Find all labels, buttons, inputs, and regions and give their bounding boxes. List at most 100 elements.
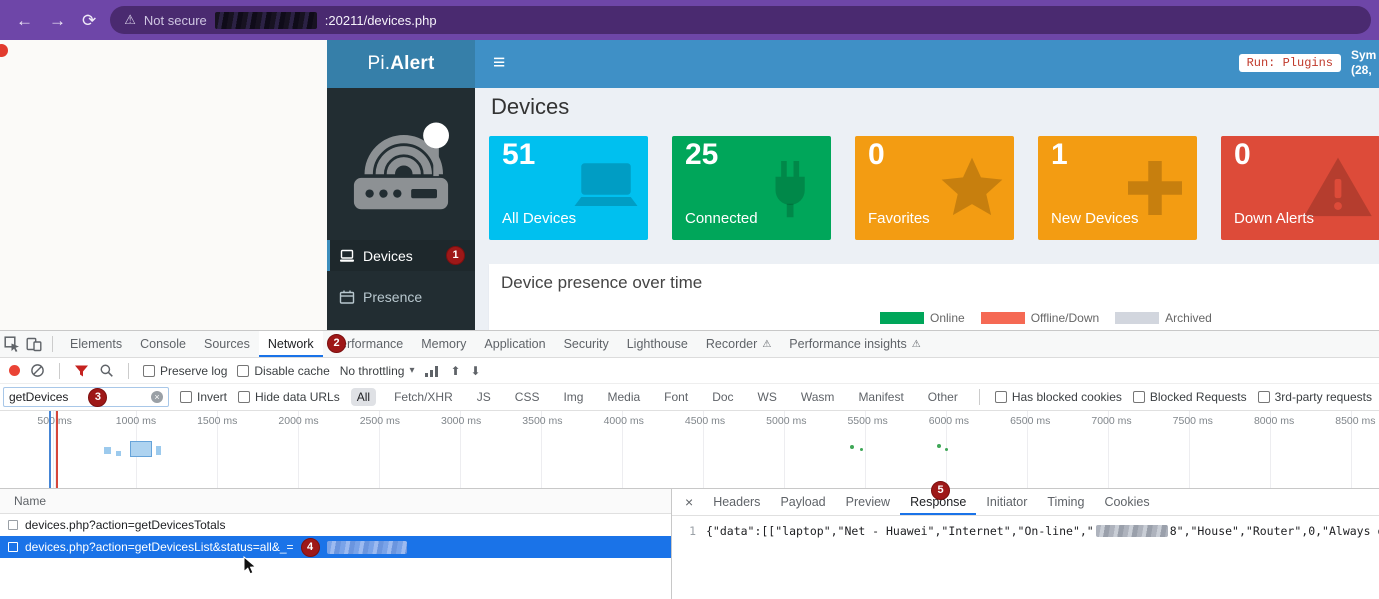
annotation-badge-5: 5 xyxy=(931,481,950,500)
user-label[interactable]: Sym (28, xyxy=(1351,48,1379,78)
filter-input[interactable]: getDevices 3 × xyxy=(3,387,169,407)
preserve-log-checkbox[interactable]: Preserve log xyxy=(143,364,227,378)
tab-label: Payload xyxy=(780,495,825,509)
stat-box-down-alerts[interactable]: 0 Down Alerts xyxy=(1221,136,1379,240)
laptop-icon xyxy=(339,249,355,263)
inspect-element-icon[interactable] xyxy=(4,336,20,352)
tab-label: Application xyxy=(484,337,545,351)
type-filter-ws[interactable]: WS xyxy=(752,388,783,406)
stat-box-new-devices[interactable]: 1 New Devices xyxy=(1038,136,1197,240)
devtools-tab-application[interactable]: Application xyxy=(475,331,554,357)
redacted-query-value xyxy=(327,541,407,554)
blocked-requests-checkbox[interactable]: Blocked Requests xyxy=(1133,390,1247,404)
stat-value: 1 xyxy=(1051,138,1068,172)
record-button[interactable] xyxy=(9,365,20,376)
devtools-tab-elements[interactable]: Elements xyxy=(61,331,131,357)
clear-filter-icon[interactable]: × xyxy=(151,391,163,403)
sidebar-item-devices[interactable]: Devices 1 xyxy=(327,240,475,271)
tab-label: Security xyxy=(564,337,609,351)
checkbox-label: 3rd-party requests xyxy=(1275,390,1372,404)
has-blocked-cookies-checkbox[interactable]: Has blocked cookies xyxy=(995,390,1122,404)
devtools-tab-memory[interactable]: Memory xyxy=(412,331,475,357)
type-filter-img[interactable]: Img xyxy=(557,388,589,406)
hide-data-urls-checkbox[interactable]: Hide data URLs xyxy=(238,390,340,404)
filter-icon[interactable] xyxy=(74,364,89,378)
column-name: Name xyxy=(14,494,46,508)
devtools-tab-security[interactable]: Security xyxy=(555,331,618,357)
detail-tab-headers[interactable]: Headers xyxy=(703,489,770,515)
timeline-label: 2000 ms xyxy=(258,415,339,427)
type-filter-wasm[interactable]: Wasm xyxy=(795,388,841,406)
warning-icon xyxy=(1302,152,1374,224)
devtools-tab-performance-insights[interactable]: Performance insights⚠ xyxy=(780,331,929,357)
timeline-label: 4500 ms xyxy=(664,415,745,427)
type-filter-manifest[interactable]: Manifest xyxy=(852,388,909,406)
type-filter-css[interactable]: CSS xyxy=(509,388,546,406)
detail-tab-initiator[interactable]: Initiator xyxy=(976,489,1037,515)
stat-box-all-devices[interactable]: 51 All Devices xyxy=(489,136,648,240)
tab-label: Elements xyxy=(70,337,122,351)
third-party-requests-checkbox[interactable]: 3rd-party requests xyxy=(1258,390,1372,404)
app-logo[interactable]: Pi.Alert xyxy=(327,40,475,88)
web-page: Pi.Alert xyxy=(0,40,1379,330)
response-text-before: {"data":[["laptop","Net - Huawei","Inter… xyxy=(706,524,1094,538)
export-har-icon[interactable]: ⬇ xyxy=(471,364,481,378)
search-icon[interactable] xyxy=(99,363,114,378)
panel-title: Device presence over time xyxy=(501,273,702,293)
invert-checkbox[interactable]: Invert xyxy=(180,390,227,404)
stat-box-connected[interactable]: 25 Connected xyxy=(672,136,831,240)
type-filter-fetch-xhr[interactable]: Fetch/XHR xyxy=(388,388,459,406)
address-bar[interactable]: ⚠ Not secure :20211/devices.php xyxy=(110,6,1371,34)
network-conditions-icon[interactable] xyxy=(424,364,440,378)
tab-label: Cookies xyxy=(1104,495,1149,509)
devtools-tab-lighthouse[interactable]: Lighthouse xyxy=(618,331,697,357)
tab-label: Network xyxy=(268,337,314,351)
forward-icon[interactable]: → xyxy=(49,12,66,29)
timeline-labels: 500 ms 1000 ms 1500 ms 2000 ms 2500 ms 3… xyxy=(14,415,1379,427)
close-icon[interactable]: × xyxy=(672,489,703,515)
not-secure-warning-icon: ⚠ xyxy=(124,12,136,28)
url-path: :20211/devices.php xyxy=(325,13,437,28)
logo-text-bold: Alert xyxy=(390,53,434,75)
sidebar-item-presence[interactable]: Presence xyxy=(327,281,475,312)
detail-tab-timing[interactable]: Timing xyxy=(1037,489,1094,515)
request-row-selected[interactable]: devices.php?action=getDevicesList&status… xyxy=(0,536,671,558)
clear-icon[interactable] xyxy=(30,363,45,378)
type-filter-js[interactable]: JS xyxy=(471,388,497,406)
request-row[interactable]: devices.php?action=getDevicesTotals xyxy=(0,514,671,536)
type-filter-media[interactable]: Media xyxy=(601,388,646,406)
tab-label: Preview xyxy=(846,495,890,509)
response-body-line[interactable]: 1 {"data":[["laptop","Net - Huawei","Int… xyxy=(672,516,1379,538)
back-icon[interactable]: ← xyxy=(16,12,33,29)
devtools-tab-sources[interactable]: Sources xyxy=(195,331,259,357)
devtools-left-icons xyxy=(0,331,61,357)
import-har-icon[interactable]: ⬆ xyxy=(450,364,460,378)
device-toolbar-icon[interactable] xyxy=(26,336,42,352)
hamburger-icon[interactable]: ≡ xyxy=(493,51,505,75)
request-name: devices.php?action=getDevicesList&status… xyxy=(25,540,294,554)
detail-tab-cookies[interactable]: Cookies xyxy=(1094,489,1159,515)
type-filter-doc[interactable]: Doc xyxy=(706,388,739,406)
throttling-dropdown[interactable]: No throttling▾ xyxy=(340,364,415,378)
detail-tab-payload[interactable]: Payload xyxy=(770,489,835,515)
stat-label: Connected xyxy=(685,210,758,227)
timeline-label: 5000 ms xyxy=(746,415,827,427)
legend-item-offline: Offline/Down xyxy=(981,311,1099,325)
divider xyxy=(59,363,60,379)
devtools-tab-console[interactable]: Console xyxy=(131,331,195,357)
devtools-tab-network[interactable]: Network xyxy=(259,331,323,357)
network-overview-timeline[interactable]: 500 ms 1000 ms 1500 ms 2000 ms 2500 ms 3… xyxy=(0,411,1379,489)
waterfall-activity-mark xyxy=(104,447,111,454)
tab-label: Memory xyxy=(421,337,466,351)
stat-box-favorites[interactable]: 0 Favorites xyxy=(855,136,1014,240)
request-list-header[interactable]: Name xyxy=(0,489,671,514)
reload-icon[interactable]: ⟳ xyxy=(82,12,96,29)
detail-tab-preview[interactable]: Preview xyxy=(836,489,900,515)
run-plugins-button[interactable]: Run: Plugins xyxy=(1239,54,1341,72)
type-filter-font[interactable]: Font xyxy=(658,388,694,406)
disable-cache-checkbox[interactable]: Disable cache xyxy=(237,364,329,378)
type-filter-other[interactable]: Other xyxy=(922,388,964,406)
checkbox-label: Hide data URLs xyxy=(255,390,340,404)
type-filter-all[interactable]: All xyxy=(351,388,376,406)
devtools-tab-recorder[interactable]: Recorder⚠ xyxy=(697,331,780,357)
